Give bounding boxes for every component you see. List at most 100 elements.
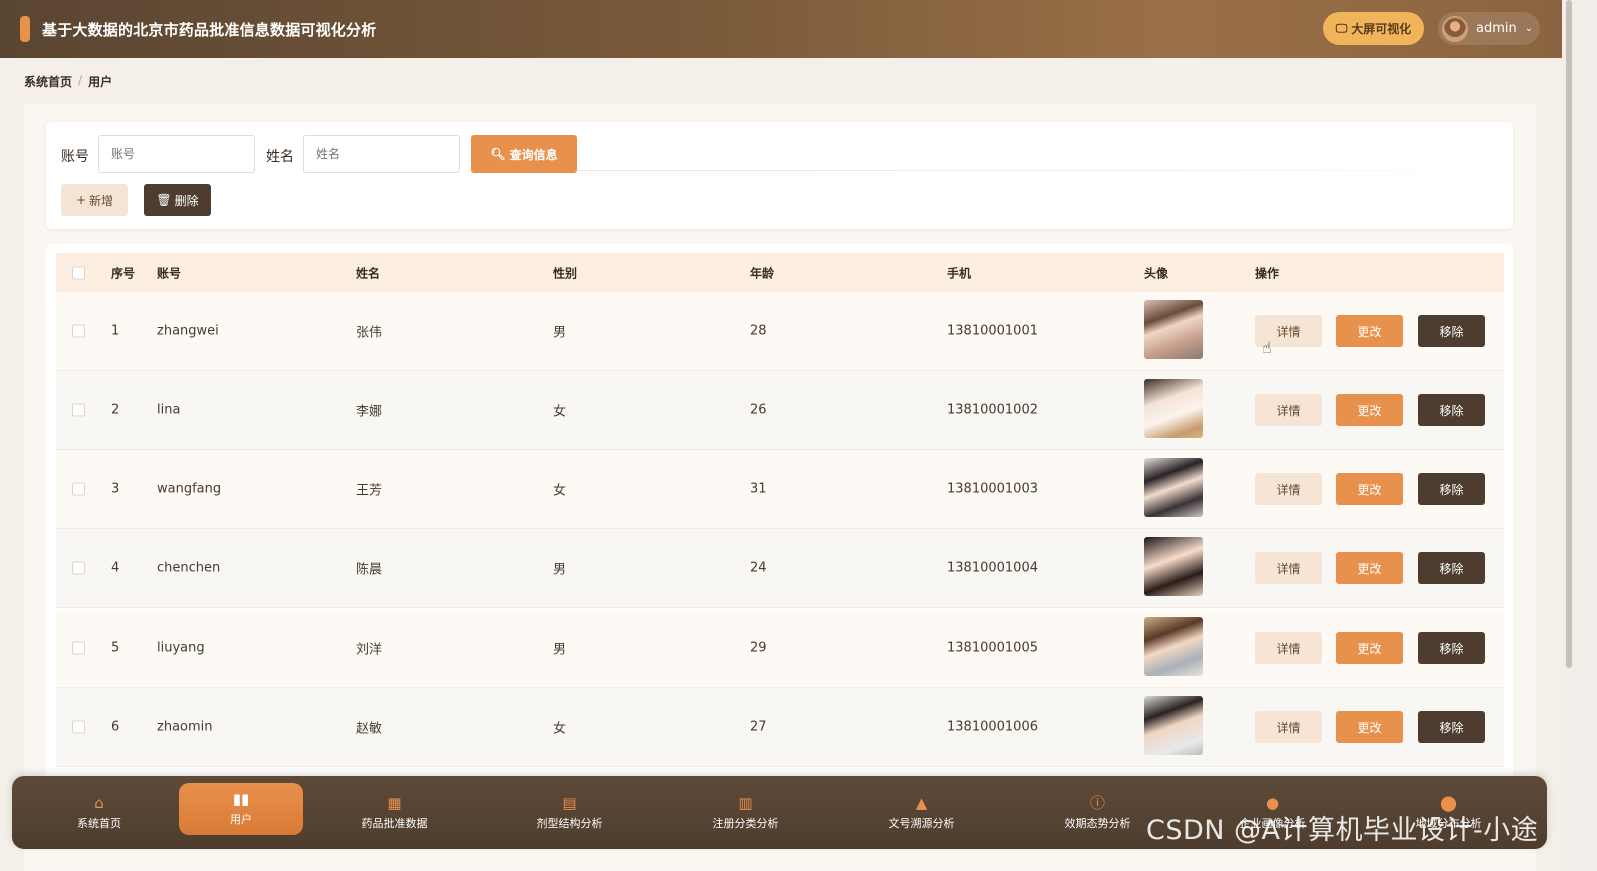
- nav-item-dosage[interactable]: ▤ 剂型结构分析: [517, 776, 622, 849]
- row-phone: 13810001004: [947, 560, 1038, 576]
- breadcrumb-current: 用户: [88, 75, 113, 89]
- edit-button[interactable]: 更改: [1336, 632, 1403, 664]
- add-button[interactable]: + 新增: [61, 184, 128, 216]
- bar-chart-icon: ▮▮: [232, 790, 250, 808]
- detail-button[interactable]: 详情: [1255, 473, 1322, 505]
- row-phone: 13810001001: [947, 323, 1038, 339]
- divider: [577, 170, 1503, 171]
- nav-item-home[interactable]: ⌂ 系统首页: [52, 776, 146, 849]
- edit-button[interactable]: 更改: [1336, 394, 1403, 426]
- nav-label: 剂型结构分析: [536, 816, 603, 830]
- nav-label: 系统首页: [77, 816, 121, 830]
- remove-button[interactable]: 移除: [1418, 711, 1485, 743]
- query-label: 查询信息: [509, 147, 558, 162]
- user-avatar-photo[interactable]: [1144, 300, 1203, 359]
- col-gender: 性别: [553, 266, 578, 280]
- delete-label: 删除: [174, 193, 199, 208]
- user-avatar-photo[interactable]: [1144, 537, 1203, 596]
- row-account: liuyang: [157, 640, 205, 656]
- remove-button[interactable]: 移除: [1418, 473, 1485, 505]
- bigscreen-button[interactable]: 🖵 大屏可视化: [1323, 12, 1424, 45]
- calendar-icon: ▥: [738, 793, 753, 812]
- avatar: [1442, 15, 1468, 42]
- remove-button[interactable]: 移除: [1418, 394, 1485, 426]
- row-age: 31: [750, 481, 767, 497]
- remove-button[interactable]: 移除: [1418, 315, 1485, 347]
- account-label: 账号: [61, 149, 89, 165]
- edit-button[interactable]: 更改: [1336, 315, 1403, 347]
- row-name: 李娜: [356, 404, 383, 420]
- detail-button[interactable]: 详情: [1255, 632, 1322, 664]
- delete-button[interactable]: 🗑︎ 删除: [144, 184, 211, 216]
- row-index: 1: [111, 323, 120, 339]
- row-account: wangfang: [157, 481, 222, 497]
- nav-label: 注册分类分析: [712, 816, 779, 830]
- row-age: 24: [750, 560, 767, 576]
- edit-button[interactable]: 更改: [1336, 552, 1403, 584]
- breadcrumb: 系统首页 / 用户: [24, 73, 112, 90]
- logo-mark: [20, 16, 30, 42]
- row-index: 6: [111, 719, 120, 735]
- row-index: 5: [111, 640, 120, 656]
- user-avatar-photo[interactable]: [1144, 617, 1203, 676]
- row-name: 赵敏: [356, 721, 383, 737]
- row-checkbox[interactable]: [72, 324, 85, 338]
- user-avatar-photo[interactable]: [1144, 458, 1203, 517]
- row-gender: 男: [553, 642, 567, 658]
- detail-button[interactable]: 详情: [1255, 552, 1322, 584]
- mouse-cursor-icon: ☝: [1262, 338, 1272, 357]
- col-age: 年龄: [750, 266, 775, 280]
- user-menu[interactable]: admin ⌄: [1438, 12, 1540, 45]
- row-gender: 男: [553, 325, 567, 341]
- row-index: 3: [111, 481, 120, 497]
- table-row: 4 chenchen 陈晨 男 24 13810001004 详情 更改 移除: [56, 529, 1504, 608]
- nav-item-validity[interactable]: ⓘ 效期态势分析: [1045, 776, 1150, 849]
- row-phone: 13810001003: [947, 481, 1038, 497]
- detail-button[interactable]: 详情: [1255, 711, 1322, 743]
- row-checkbox[interactable]: [72, 720, 85, 734]
- monitor-icon: 🖵: [1335, 21, 1348, 35]
- col-index: 序号: [111, 266, 136, 280]
- nav-item-users[interactable]: ▮▮ 用户: [179, 783, 303, 835]
- col-account: 账号: [157, 266, 182, 280]
- account-input[interactable]: [98, 135, 255, 173]
- nav-item-approval-trace[interactable]: ▲ 文号溯源分析: [869, 776, 974, 849]
- row-phone: 13810001006: [947, 719, 1038, 735]
- table-row: 1 zhangwei 张伟 男 28 13810001001 详情 更改 移除: [56, 292, 1504, 371]
- nav-item-registration[interactable]: ▥ 注册分类分析: [693, 776, 798, 849]
- detail-button[interactable]: 详情: [1255, 394, 1322, 426]
- row-gender: 女: [553, 721, 567, 737]
- row-checkbox[interactable]: [72, 482, 85, 496]
- edit-button[interactable]: 更改: [1336, 473, 1403, 505]
- row-checkbox[interactable]: [72, 561, 85, 575]
- remove-button[interactable]: 移除: [1418, 552, 1485, 584]
- row-index: 2: [111, 402, 120, 418]
- nav-label: 药品批准数据: [361, 816, 428, 830]
- alert-icon: ⓘ: [1089, 793, 1105, 812]
- row-age: 26: [750, 402, 767, 418]
- breadcrumb-home[interactable]: 系统首页: [24, 73, 72, 90]
- grid-icon: ▦: [387, 793, 402, 812]
- name-input[interactable]: [303, 135, 460, 173]
- remove-button[interactable]: 移除: [1418, 632, 1485, 664]
- row-age: 29: [750, 640, 767, 656]
- table-row: 2 lina 李娜 女 26 13810001002 详情 更改 移除: [56, 371, 1504, 450]
- row-checkbox[interactable]: [72, 641, 85, 655]
- user-avatar-photo[interactable]: [1144, 696, 1203, 755]
- home-icon: ⌂: [94, 793, 104, 812]
- watermark: CSDN @A计算机毕业设计-小途: [1146, 815, 1539, 846]
- row-name: 王芳: [356, 483, 383, 499]
- scrollbar-thumb[interactable]: [1566, 0, 1572, 668]
- user-avatar-photo[interactable]: [1144, 379, 1203, 438]
- row-account: chenchen: [157, 560, 221, 576]
- nav-label: 用户: [230, 813, 252, 826]
- row-account: zhaomin: [157, 719, 213, 735]
- row-checkbox[interactable]: [72, 403, 85, 417]
- edit-button[interactable]: 更改: [1336, 711, 1403, 743]
- col-phone: 手机: [947, 266, 972, 280]
- row-account: zhangwei: [157, 323, 219, 339]
- page-scrollbar[interactable]: [1562, 0, 1597, 871]
- nav-item-drug-data[interactable]: ▦ 药品批准数据: [342, 776, 447, 849]
- select-all-checkbox[interactable]: [72, 266, 85, 279]
- query-button[interactable]: 🔍︎ 查询信息: [471, 135, 577, 173]
